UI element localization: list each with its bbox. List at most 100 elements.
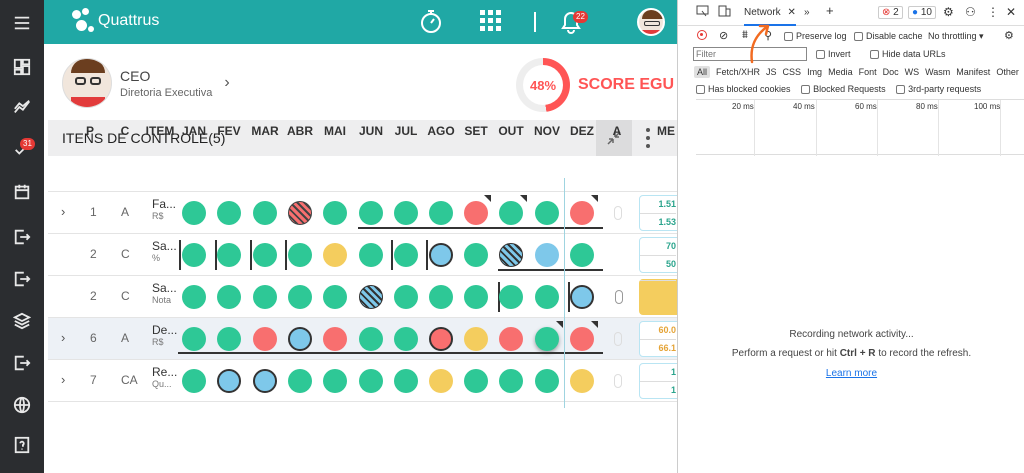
status-dot[interactable] (253, 369, 277, 393)
expand-row-icon[interactable]: › (61, 204, 65, 219)
col-p[interactable]: P (86, 124, 94, 138)
status-dot[interactable] (217, 285, 241, 309)
exit-icon-3[interactable] (0, 348, 44, 378)
status-dot[interactable] (253, 201, 277, 225)
type-filter[interactable]: Other (996, 67, 1019, 77)
type-filter[interactable]: JS (766, 67, 777, 77)
network-timeline[interactable]: 20 ms 40 ms 60 ms 80 ms 100 ms (696, 99, 1024, 156)
col-item[interactable]: ITEM (146, 124, 175, 138)
status-dot[interactable] (464, 201, 488, 225)
status-dot[interactable] (182, 201, 206, 225)
expand-row-icon[interactable]: › (61, 330, 65, 345)
error-count[interactable]: ⊗ 2 (878, 6, 903, 19)
network-settings-icon[interactable]: ⚙ (1004, 29, 1014, 42)
menu-icon[interactable] (0, 8, 44, 38)
profile-header[interactable]: CEO Diretoria Executiva › (62, 58, 230, 108)
record-icon[interactable] (697, 30, 707, 40)
table-row[interactable]: 2 C Sa...% 70 50 (48, 234, 681, 276)
status-dot[interactable] (499, 369, 523, 393)
status-dot[interactable] (535, 285, 559, 309)
status-dot[interactable] (288, 201, 312, 225)
status-dot[interactable] (217, 369, 241, 393)
status-dot[interactable] (570, 369, 594, 393)
avatar[interactable] (637, 8, 665, 36)
status-dot[interactable] (323, 201, 347, 225)
meta-card[interactable]: 11 (639, 363, 681, 399)
status-dot[interactable] (217, 243, 241, 267)
status-dot[interactable] (394, 243, 418, 267)
type-filter[interactable]: Font (859, 67, 877, 77)
exit-icon-2[interactable] (0, 264, 44, 294)
blocked-requests-checkbox[interactable]: Blocked Requests (801, 84, 886, 95)
learn-more-link[interactable]: Learn more (678, 368, 1024, 379)
status-dot[interactable] (182, 369, 206, 393)
status-dot[interactable] (359, 285, 383, 309)
status-dot[interactable] (570, 327, 594, 351)
status-dot[interactable] (323, 369, 347, 393)
help-icon[interactable] (0, 430, 44, 460)
expand-row-icon[interactable]: › (61, 372, 65, 387)
status-dot[interactable] (394, 201, 418, 225)
type-filter[interactable]: Wasm (925, 67, 950, 77)
status-dot[interactable] (570, 243, 594, 267)
kebab-icon[interactable]: ⋮ (987, 5, 999, 19)
calendar-icon[interactable] (0, 177, 44, 207)
exit-icon[interactable] (0, 222, 44, 252)
chevron-right-icon[interactable]: › (224, 74, 229, 92)
table-row[interactable]: › 7 CA Re... Qu... 11 (48, 360, 681, 402)
add-tab-icon[interactable]: + (826, 3, 834, 18)
attachment-icon[interactable] (615, 290, 623, 304)
status-dot[interactable] (359, 369, 383, 393)
meta-card[interactable]: 1.51 1.53 (639, 195, 681, 231)
preserve-log-checkbox[interactable]: Preserve log (784, 31, 847, 42)
status-dot[interactable] (429, 285, 453, 309)
status-dot[interactable] (394, 327, 418, 351)
row-item[interactable]: Fa... (152, 197, 178, 211)
status-dot[interactable] (499, 285, 523, 309)
status-dot[interactable] (323, 243, 347, 267)
row-item[interactable]: Sa... (152, 239, 178, 253)
third-party-checkbox[interactable]: 3rd-party requests (896, 84, 981, 95)
status-dot[interactable] (535, 369, 559, 393)
trend-icon[interactable] (0, 92, 44, 122)
bell-icon[interactable]: 22 (558, 8, 588, 37)
disable-cache-checkbox[interactable]: Disable cache (854, 31, 923, 42)
status-dot[interactable] (464, 243, 488, 267)
status-dot[interactable] (288, 285, 312, 309)
status-dot[interactable] (535, 201, 559, 225)
status-dot[interactable] (288, 369, 312, 393)
row-item[interactable]: Sa... (152, 281, 178, 295)
status-dot[interactable] (429, 243, 453, 267)
status-dot[interactable] (535, 243, 559, 267)
meta-card[interactable]: 60.0 66.1 (639, 321, 681, 357)
status-dot[interactable] (323, 285, 347, 309)
table-row[interactable]: 2 C Sa... Nota (48, 276, 681, 318)
type-filter[interactable]: Media (828, 67, 853, 77)
remote-icon[interactable]: ⚇ (965, 5, 976, 19)
invert-checkbox[interactable]: Invert (816, 49, 851, 60)
table-row[interactable]: › 6 A De... R$ 60.0 66.1 (48, 318, 681, 360)
close-icon[interactable]: ✕ (1006, 5, 1016, 19)
settings-icon[interactable]: ⚙ (943, 5, 954, 19)
throttling-select[interactable]: No throttling ▾ (928, 31, 984, 42)
status-dot[interactable] (499, 327, 523, 351)
status-dot[interactable] (182, 327, 206, 351)
globe-icon[interactable] (0, 390, 44, 420)
row-item[interactable]: De... (152, 323, 178, 337)
status-dot[interactable] (253, 285, 277, 309)
type-filter[interactable]: Doc (883, 67, 899, 77)
layers-icon[interactable] (0, 306, 44, 336)
status-dot[interactable] (464, 285, 488, 309)
attachment-icon[interactable] (614, 206, 622, 220)
apps-grid-icon[interactable] (480, 10, 502, 35)
filter-icon[interactable]: ⩩ (742, 29, 748, 42)
meta-card[interactable]: 70 50 (639, 237, 681, 273)
type-filter[interactable]: Img (807, 67, 822, 77)
clear-icon[interactable]: ⊘ (719, 29, 728, 42)
hide-data-urls-checkbox[interactable]: Hide data URLs (870, 49, 946, 60)
status-dot[interactable] (429, 201, 453, 225)
status-dot[interactable] (253, 243, 277, 267)
status-dot[interactable] (182, 243, 206, 267)
status-dot[interactable] (323, 327, 347, 351)
type-filter[interactable]: Manifest (956, 67, 990, 77)
